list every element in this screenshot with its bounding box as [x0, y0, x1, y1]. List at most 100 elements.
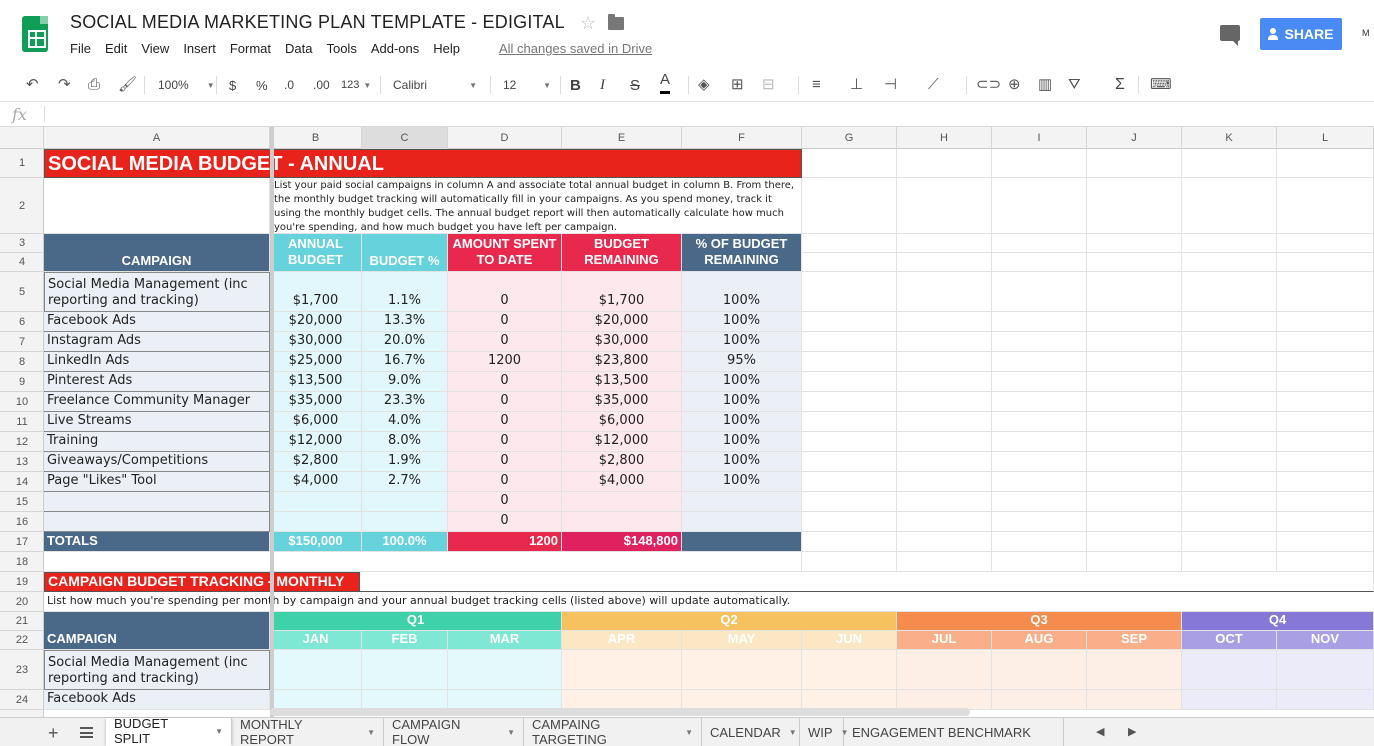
month-value-cell[interactable]	[1087, 690, 1182, 710]
empty-cell[interactable]	[1087, 512, 1182, 532]
totals-budget[interactable]: $150,000	[270, 532, 362, 552]
empty-cell[interactable]	[897, 472, 992, 492]
keyboard-icon[interactable]: ⌨	[1150, 77, 1172, 93]
month-header[interactable]: JUN	[802, 631, 897, 650]
campaign-name[interactable]: Social Media Management (inc reporting an…	[44, 272, 270, 312]
campaign-name[interactable]	[44, 512, 270, 532]
pct-remaining-cell[interactable]: 100%	[682, 272, 802, 312]
empty-cell[interactable]	[1277, 472, 1374, 492]
empty-cell[interactable]	[992, 512, 1087, 532]
month-value-cell[interactable]	[802, 650, 897, 690]
amount-spent-cell[interactable]: 0	[448, 272, 562, 312]
empty-cell[interactable]	[802, 492, 897, 512]
bold-button[interactable]: B	[570, 68, 581, 102]
horizontal-scrollbar[interactable]	[270, 708, 970, 716]
totals-spent[interactable]: 1200	[448, 532, 562, 552]
row-header[interactable]: 14	[0, 472, 44, 492]
empty-cell[interactable]	[1087, 452, 1182, 472]
sheet-tab[interactable]: CALENDAR ▼	[702, 718, 800, 746]
empty-cell[interactable]	[1182, 312, 1277, 332]
month-value-cell[interactable]	[362, 690, 448, 710]
empty-cell[interactable]	[1277, 432, 1374, 452]
month-header[interactable]: OCT	[1182, 631, 1277, 650]
row-header[interactable]: 7	[0, 332, 44, 352]
empty-cell[interactable]	[897, 412, 992, 432]
row-header[interactable]: 24	[0, 690, 44, 710]
budget-title[interactable]: SOCIAL MEDIA BUDGET - ANNUAL	[44, 149, 802, 178]
amount-spent-cell[interactable]: 0	[448, 412, 562, 432]
row-header[interactable]: 18	[0, 552, 44, 572]
empty-cell[interactable]	[802, 412, 897, 432]
pct-remaining-cell[interactable]	[682, 512, 802, 532]
campaign-name[interactable]: Page "Likes" Tool	[44, 472, 270, 492]
row-header[interactable]: 21	[0, 612, 44, 631]
row-header[interactable]: 17	[0, 532, 44, 552]
empty-cell[interactable]	[1182, 472, 1277, 492]
annual-budget-cell[interactable]: $6,000	[270, 412, 362, 432]
row-header[interactable]: 2	[0, 178, 44, 234]
campaign-name[interactable]: Live Streams	[44, 412, 270, 432]
menu-file[interactable]: File	[70, 41, 91, 56]
budget-pct-cell[interactable]: 16.7%	[362, 352, 448, 372]
pct-remaining-cell[interactable]: 100%	[682, 472, 802, 492]
empty-cell[interactable]	[897, 312, 992, 332]
row-header[interactable]: 1	[0, 149, 44, 178]
amount-spent-cell[interactable]: 0	[448, 452, 562, 472]
pct-remaining-cell[interactable]: 100%	[682, 332, 802, 352]
tab-menu-icon[interactable]: ▼	[789, 728, 797, 737]
empty-cell[interactable]	[1277, 552, 1374, 572]
month-header[interactable]: FEB	[362, 631, 448, 650]
budget-remaining-cell[interactable]	[562, 512, 682, 532]
amount-spent-cell[interactable]: 0	[448, 472, 562, 492]
column-header[interactable]: F	[682, 127, 802, 149]
empty-cell[interactable]	[1182, 234, 1277, 253]
month-value-cell[interactable]	[270, 690, 362, 710]
campaign-header[interactable]: CAMPAIGN	[44, 234, 270, 272]
row-header[interactable]: 8	[0, 352, 44, 372]
annual-budget-cell[interactable]: $13,500	[270, 372, 362, 392]
sheet-tab[interactable]: CAMPAIGN FLOW ▼	[384, 717, 524, 746]
empty-cell[interactable]	[1182, 332, 1277, 352]
empty-cell[interactable]	[992, 432, 1087, 452]
empty-cell[interactable]	[1182, 532, 1277, 552]
share-button[interactable]: SHARE	[1260, 18, 1342, 50]
empty-cell[interactable]	[802, 392, 897, 412]
tracking-intro[interactable]: List how much you're spending per month …	[44, 592, 1374, 612]
month-header[interactable]: MAR	[448, 631, 562, 650]
empty-cell[interactable]	[897, 552, 992, 572]
month-header[interactable]: NOV	[1277, 631, 1374, 650]
menu-format[interactable]: Format	[230, 41, 271, 56]
empty-cell[interactable]	[802, 272, 897, 312]
row-header[interactable]: 11	[0, 412, 44, 432]
month-value-cell[interactable]	[448, 690, 562, 710]
amount-spent-cell[interactable]: 0	[448, 332, 562, 352]
empty-cell[interactable]	[897, 372, 992, 392]
sheet-tab[interactable]: MONTHLY REPORT ▼	[232, 717, 384, 746]
empty-cell[interactable]	[1182, 352, 1277, 372]
budget-pct-cell[interactable]: 13.3%	[362, 312, 448, 332]
annual-budget-cell[interactable]: $20,000	[270, 312, 362, 332]
menu-tools[interactable]: Tools	[326, 41, 356, 56]
empty-cell[interactable]	[1087, 178, 1182, 234]
tracking-campaign-name[interactable]: Facebook Ads	[44, 690, 270, 710]
pct-remaining-header[interactable]: % OF BUDGET REMAINING	[682, 234, 802, 272]
undo-icon[interactable]: ↶	[26, 77, 39, 93]
row-header[interactable]: 9	[0, 372, 44, 392]
totals-pct[interactable]: 100.0%	[362, 532, 448, 552]
column-header[interactable]: L	[1277, 127, 1374, 149]
amount-spent-cell[interactable]: 0	[448, 372, 562, 392]
month-value-cell[interactable]	[448, 650, 562, 690]
text-rotation-icon[interactable]: ⟋	[928, 77, 939, 93]
empty-cell[interactable]	[1277, 412, 1374, 432]
tab-menu-icon[interactable]: ▼	[367, 728, 375, 737]
empty-cell[interactable]	[1182, 412, 1277, 432]
annual-budget-cell[interactable]	[270, 512, 362, 532]
fill-color-icon[interactable]: ◈	[698, 77, 710, 93]
pct-remaining-cell[interactable]: 100%	[682, 432, 802, 452]
empty-cell[interactable]	[992, 178, 1087, 234]
budget-pct-cell[interactable]: 1.1%	[362, 272, 448, 312]
month-header[interactable]: MAY	[682, 631, 802, 650]
currency-button[interactable]: $	[229, 68, 236, 102]
amount-spent-header[interactable]: AMOUNT SPENT TO DATE	[448, 234, 562, 272]
filter-icon[interactable]: ⛛	[1068, 77, 1081, 93]
